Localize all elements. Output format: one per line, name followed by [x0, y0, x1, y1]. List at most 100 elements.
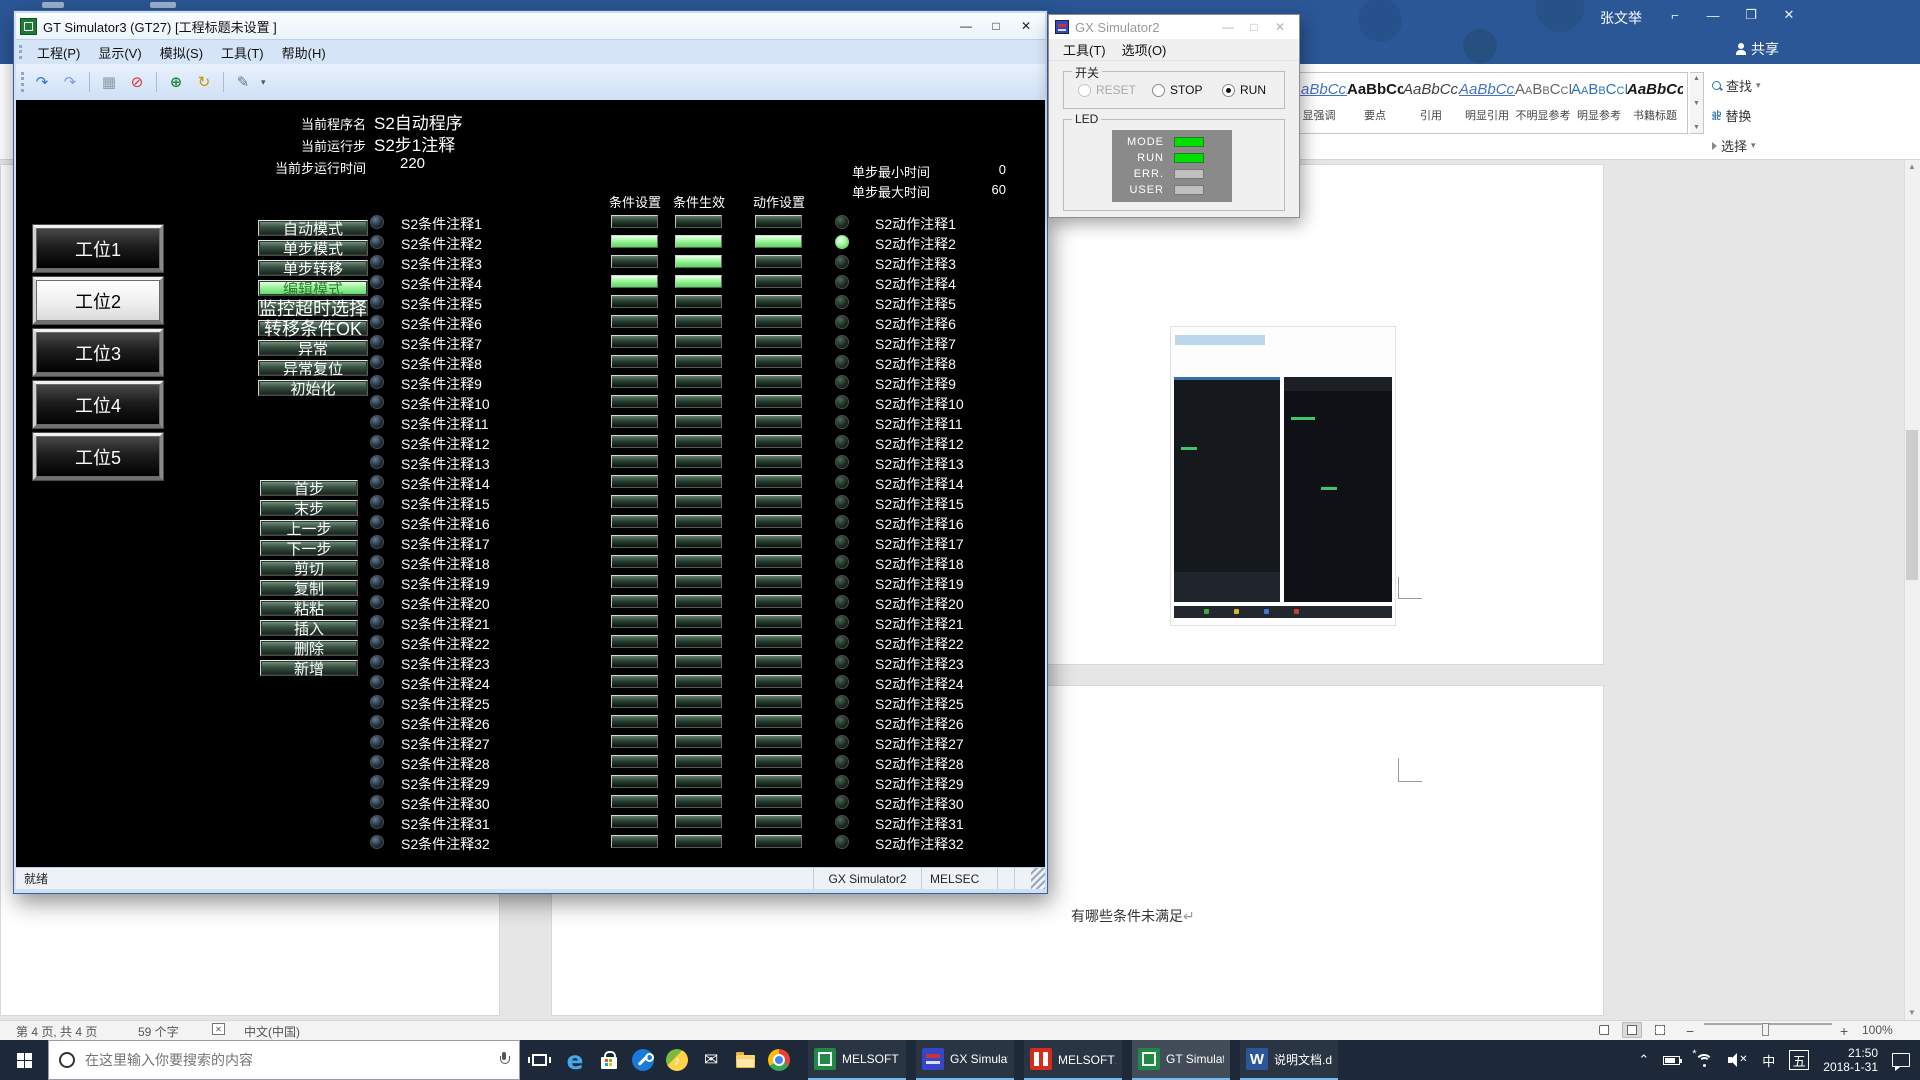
open-project-icon[interactable]: ↷ — [30, 71, 54, 93]
device-monitor-icon[interactable]: ⊕ — [164, 71, 188, 93]
taskbar-app-button[interactable]: MELSOFT GT Des... — [808, 1040, 906, 1080]
search-input[interactable] — [83, 1051, 491, 1069]
document-text[interactable]: 有哪些条件未满足↵ — [1071, 906, 1195, 926]
style-gallery-item[interactable]: AaBbCcD.引用 — [1403, 73, 1459, 133]
gx-minimize-button[interactable]: — — [1215, 18, 1241, 36]
word-scrollbar[interactable] — [1904, 160, 1920, 1020]
share-button[interactable]: 共享 — [1736, 36, 1798, 62]
ime-mode-indicator[interactable]: 五 — [1789, 1050, 1809, 1070]
select-button[interactable]: 选择 ▾ — [1712, 136, 1756, 155]
styles-gallery[interactable]: AaBbCcD.显强调AaBbCcD要点AaBbCcD.引用AaBbCcD.明显… — [1290, 72, 1688, 134]
style-gallery-item[interactable]: AaBbCcDd明显参考 — [1571, 73, 1627, 133]
gx-titlebar[interactable]: GX Simulator2 — □ ✕ — [1049, 15, 1299, 39]
gx-close-button[interactable]: ✕ — [1267, 18, 1293, 36]
gt-maximize-button[interactable]: □ — [981, 16, 1011, 36]
edge-button[interactable]: e — [558, 1040, 592, 1080]
find-button[interactable]: 查找 ▾ — [1712, 76, 1761, 95]
language-indicator[interactable]: 中文(中国) — [244, 1023, 300, 1040]
condition-label: S2条件注释6 — [401, 314, 482, 334]
gt-minimize-button[interactable]: — — [951, 16, 981, 36]
zoom-out-button[interactable]: − — [1686, 1023, 1694, 1039]
style-gallery-item[interactable]: AaBbCcD书籍标题 — [1627, 73, 1683, 133]
app-label: MELSOFT GT Des... — [842, 1052, 900, 1066]
radio-run[interactable]: RUN — [1222, 83, 1266, 97]
replace-button[interactable]: abac 替换 — [1712, 106, 1751, 125]
style-label: 明显引用 — [1459, 107, 1515, 123]
table-row: S2条件注释8S2动作注释8 — [16, 353, 1045, 373]
word-restore-button[interactable]: ❐ — [1734, 2, 1768, 28]
condition-label: S2条件注释10 — [401, 394, 490, 414]
word-scrollbar-thumb[interactable] — [1906, 430, 1918, 580]
info-label: 当前程序名 — [206, 114, 366, 133]
gx-menu-item[interactable]: 选项(O) — [1114, 38, 1175, 61]
pc-manager-button[interactable] — [626, 1040, 660, 1080]
table-row: S2条件注释28S2动作注释28 — [16, 753, 1045, 773]
taskbar-search[interactable] — [48, 1040, 520, 1080]
taskbar-clock[interactable]: 21:50 2018-1-31 — [1823, 1046, 1878, 1074]
zoom-in-button[interactable]: + — [1840, 1023, 1848, 1039]
start-button[interactable] — [0, 1040, 48, 1080]
gt-menu-item[interactable]: 显示(V) — [89, 41, 150, 64]
stop-simulation-icon[interactable]: ⊘ — [125, 71, 149, 93]
gt-menu-item[interactable]: 工具(T) — [212, 41, 273, 64]
chrome-button[interactable] — [762, 1040, 796, 1080]
ribbon-display-options-icon[interactable]: ⌐ — [1658, 2, 1692, 28]
radio-stop[interactable]: STOP — [1152, 83, 1202, 97]
print-layout-icon[interactable] — [1622, 1022, 1642, 1038]
resize-grip[interactable] — [1031, 868, 1045, 889]
option-tool-icon[interactable]: ✎ — [231, 71, 255, 93]
word-account-name[interactable]: 张文举 — [1600, 8, 1642, 28]
gallery-more-icon[interactable]: ▼ — [1693, 124, 1700, 131]
word-count[interactable]: 59 个字 — [138, 1023, 179, 1040]
web-layout-icon[interactable] — [1650, 1022, 1670, 1038]
music-app-button[interactable]: ♪ — [660, 1040, 694, 1080]
gt-menu-item[interactable]: 模拟(S) — [151, 41, 212, 64]
reload-project-icon[interactable]: ↻ — [192, 71, 216, 93]
read-mode-icon[interactable] — [1594, 1022, 1614, 1038]
scroll-down-icon[interactable]: ▼ — [1908, 1008, 1916, 1017]
store-button[interactable] — [592, 1040, 626, 1080]
volume-muted-icon[interactable]: ✕ — [1728, 1053, 1748, 1067]
task-view-button[interactable] — [520, 1040, 558, 1080]
action-label: S2动作注释4 — [875, 274, 956, 294]
mail-button[interactable]: ✉ — [694, 1040, 728, 1080]
indicator-bar — [675, 795, 722, 808]
gallery-down-icon[interactable]: ▼ — [1693, 100, 1700, 107]
style-gallery-item[interactable]: AaBbCcD要点 — [1347, 73, 1403, 133]
gallery-up-icon[interactable]: ▲ — [1693, 75, 1700, 82]
save-project-icon[interactable]: ↷ — [58, 71, 82, 93]
word-minimize-button[interactable]: — — [1696, 2, 1730, 28]
embedded-screenshot-image[interactable] — [1170, 326, 1396, 626]
indicator-bar — [611, 835, 658, 848]
action-center-icon[interactable] — [1892, 1053, 1910, 1067]
gt-close-button[interactable]: ✕ — [1011, 16, 1041, 36]
zoom-level[interactable]: 100% — [1862, 1023, 1893, 1037]
ime-language-indicator[interactable]: 中 — [1762, 1051, 1775, 1070]
file-explorer-button[interactable] — [728, 1040, 762, 1080]
tray-expand-icon[interactable]: ⌃ — [1638, 1052, 1649, 1068]
microphone-icon[interactable] — [499, 1052, 509, 1068]
gt-menu-item[interactable]: 帮助(H) — [273, 41, 335, 64]
zoom-slider-thumb[interactable] — [1762, 1023, 1769, 1036]
monitor-icon[interactable]: ▦ — [97, 71, 121, 93]
gt-titlebar[interactable]: GT Simulator3 (GT27) [工程标题未设置 ] — □ ✕ — [16, 13, 1045, 39]
toolbar-overflow-icon[interactable]: ▾ — [261, 77, 266, 88]
styles-gallery-scroll[interactable]: ▲ ▼ ▼ — [1690, 72, 1704, 134]
taskbar-app-button[interactable]: W说明文档.docx - ... — [1240, 1040, 1338, 1080]
battery-icon[interactable] — [1663, 1056, 1680, 1065]
page-indicator[interactable]: 第 4 页, 共 4 页 — [16, 1023, 97, 1040]
style-gallery-item[interactable]: AaBbCcD.明显引用 — [1459, 73, 1515, 133]
gt-menu-item[interactable]: 工程(P) — [28, 41, 89, 64]
status-empty — [997, 868, 1014, 889]
word-close-button[interactable]: ✕ — [1772, 2, 1806, 28]
gx-menu-item[interactable]: 工具(T) — [1055, 38, 1114, 61]
taskbar-app-button[interactable]: GX Simulator2 — [916, 1040, 1014, 1080]
taskbar-app-button[interactable]: MELSOFT系列 GX... — [1024, 1040, 1122, 1080]
proofing-icon[interactable]: ✕ — [212, 1023, 225, 1035]
gx-maximize-button[interactable]: □ — [1241, 18, 1267, 36]
wifi-icon[interactable]: * — [1694, 1052, 1714, 1069]
condition-lamp — [370, 415, 384, 429]
style-gallery-item[interactable]: AaBbCcDd不明显参考 — [1515, 73, 1571, 133]
taskbar-app-button[interactable]: GT Simulator3 (G... — [1132, 1040, 1230, 1080]
scroll-up-icon[interactable]: ▲ — [1908, 162, 1916, 171]
